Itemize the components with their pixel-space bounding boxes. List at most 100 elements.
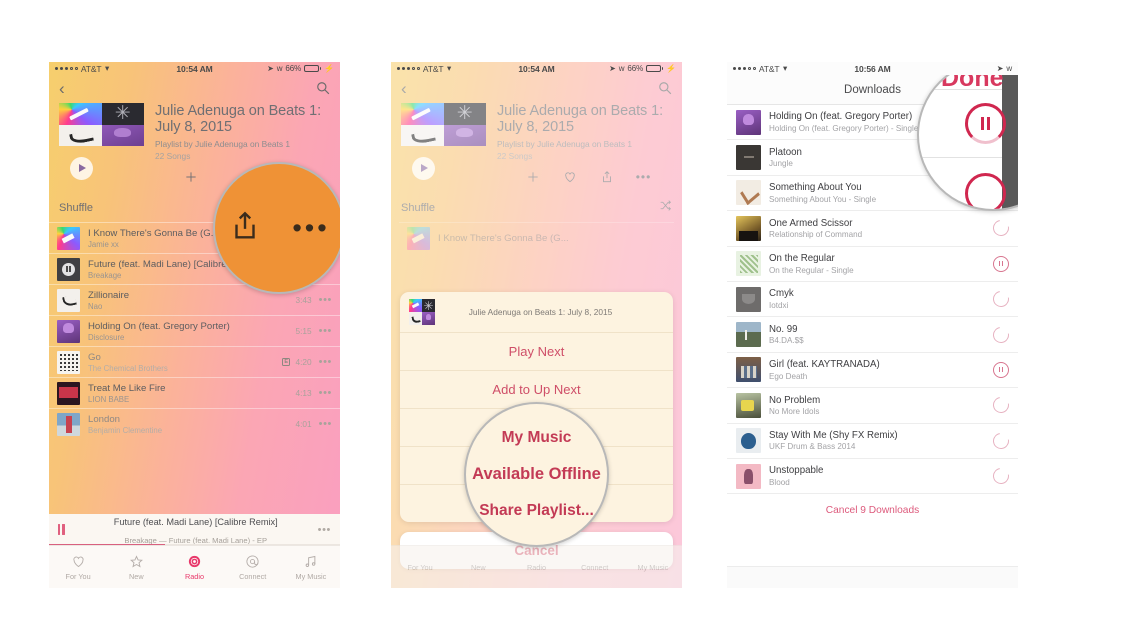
song-artwork bbox=[57, 412, 80, 436]
download-title: No Problem bbox=[769, 394, 821, 406]
pause-button[interactable] bbox=[58, 524, 65, 535]
download-artwork bbox=[736, 392, 761, 418]
download-row[interactable]: One Armed Scissor Relationship of Comman… bbox=[727, 211, 1018, 247]
song-artwork bbox=[57, 288, 80, 312]
download-artwork bbox=[736, 215, 761, 241]
magnified-share-playlist[interactable]: Share Playlist... bbox=[479, 502, 594, 520]
song-row[interactable]: Holding On (feat. Gregory Porter) Disclo… bbox=[49, 315, 340, 346]
download-title: No. 99 bbox=[769, 323, 798, 335]
tab-connect[interactable]: Connect bbox=[224, 546, 282, 588]
download-queued-indicator[interactable] bbox=[989, 464, 1013, 488]
search-icon[interactable] bbox=[316, 81, 330, 95]
song-row[interactable]: London Benjamin Clementine 4:01 ••• bbox=[49, 408, 340, 439]
download-pause-button[interactable] bbox=[993, 361, 1009, 378]
back-button[interactable]: ‹ bbox=[59, 80, 65, 97]
cancel-all-downloads-button[interactable]: Cancel 9 Downloads bbox=[727, 494, 1018, 527]
song-more-button[interactable]: ••• bbox=[319, 325, 332, 337]
download-queued-indicator[interactable] bbox=[989, 323, 1013, 346]
song-row[interactable]: Go The Chemical Brothers E 4:20 ••• bbox=[49, 346, 340, 377]
tab-my-music[interactable]: My Music bbox=[282, 546, 340, 588]
navigation-bar: ‹ bbox=[49, 75, 340, 101]
tab-radio[interactable]: Radio bbox=[165, 546, 223, 588]
playlist-title: Julie Adenuga on Beats 1: July 8, 2015 bbox=[155, 103, 321, 135]
song-artist: The Chemical Brothers bbox=[88, 363, 168, 373]
tab-bar: For You New Radio Connect My Music bbox=[391, 545, 682, 588]
download-row[interactable]: No Problem No More Idols bbox=[727, 388, 1018, 424]
download-artwork bbox=[736, 180, 761, 206]
magnified-stop-icon[interactable] bbox=[965, 173, 1006, 209]
download-row[interactable]: No. 99 B4.DA.$$ bbox=[727, 317, 1018, 353]
footer-spacer bbox=[727, 566, 1018, 588]
song-artist: Disclosure bbox=[88, 332, 125, 342]
download-row[interactable]: Cmyk Iotdxi bbox=[727, 282, 1018, 318]
tab-radio[interactable]: Radio bbox=[507, 546, 565, 588]
play-badge[interactable] bbox=[60, 147, 102, 189]
magnified-available-offline[interactable]: Available Offline bbox=[472, 465, 601, 484]
tab-label: Radio bbox=[526, 562, 547, 572]
tab-new[interactable]: New bbox=[107, 546, 165, 588]
download-album: UKF Drum & Bass 2014 bbox=[769, 442, 856, 452]
status-bar: AT&T ▾ 10:54 AM ➤ w 66% ⚡ bbox=[49, 62, 340, 75]
download-album: On the Regular - Single bbox=[769, 265, 854, 275]
song-title: Go bbox=[88, 351, 101, 363]
now-playing-title: Future (feat. Madi Lane) [Calibre Remix] bbox=[113, 516, 278, 527]
download-row[interactable]: On the Regular On the Regular - Single bbox=[727, 247, 1018, 282]
download-row[interactable]: Unstoppable Blood bbox=[727, 459, 1018, 495]
download-row[interactable]: Stay With Me (Shy FX Remix) UKF Drum & B… bbox=[727, 424, 1018, 459]
song-artwork bbox=[57, 381, 80, 405]
tab-label: Connect bbox=[239, 572, 267, 581]
artwork-tile bbox=[409, 312, 422, 325]
download-artwork bbox=[736, 251, 761, 277]
download-artwork bbox=[736, 322, 761, 348]
tab-label: New bbox=[471, 562, 486, 572]
download-pause-button[interactable] bbox=[993, 255, 1009, 272]
tab-label: Connect bbox=[581, 562, 609, 572]
song-title: London bbox=[88, 413, 121, 425]
song-more-button[interactable]: ••• bbox=[319, 387, 332, 399]
status-bar: AT&T ▾ 10:56 AM ➤ w bbox=[727, 62, 1018, 75]
tab-for-you[interactable]: For You bbox=[49, 546, 107, 588]
clock-label: 10:56 AM bbox=[854, 63, 891, 74]
artwork-tile bbox=[422, 299, 435, 312]
song-title: Holding On (feat. Gregory Porter) bbox=[88, 320, 230, 332]
status-bar: AT&T ▾ 10:54 AM ➤ w 66% ⚡ bbox=[391, 62, 682, 75]
tab-connect[interactable]: Connect bbox=[566, 546, 624, 588]
clock-label: 10:54 AM bbox=[518, 63, 555, 74]
magnified-my-music[interactable]: My Music bbox=[502, 429, 572, 447]
song-artist: LION BABE bbox=[88, 394, 130, 404]
download-queued-indicator[interactable] bbox=[989, 217, 1013, 240]
tab-for-you[interactable]: For You bbox=[391, 546, 449, 588]
song-more-button[interactable]: ••• bbox=[319, 356, 332, 368]
artwork-tile bbox=[101, 103, 144, 125]
now-playing-bar[interactable]: Future (feat. Madi Lane) [Calibre Remix]… bbox=[49, 514, 340, 545]
share-icon[interactable] bbox=[228, 209, 262, 248]
download-artwork bbox=[736, 357, 761, 383]
tab-my-music[interactable]: My Music bbox=[624, 546, 682, 588]
artwork-tile bbox=[409, 299, 422, 312]
song-more-button[interactable]: ••• bbox=[319, 294, 332, 306]
download-row[interactable]: Girl (feat. KAYTRANADA) Ego Death bbox=[727, 353, 1018, 389]
song-artist: Nao bbox=[88, 301, 103, 311]
download-album: No More Idols bbox=[769, 407, 820, 417]
download-queued-indicator[interactable] bbox=[989, 429, 1013, 452]
download-artwork bbox=[736, 286, 761, 312]
add-icon[interactable] bbox=[183, 169, 198, 184]
artwork-tile bbox=[422, 312, 435, 325]
song-row[interactable]: Treat Me Like Fire LION BABE 4:13 ••• bbox=[49, 377, 340, 408]
magnified-pause-icon[interactable] bbox=[965, 103, 1006, 144]
playlist-artwork bbox=[59, 103, 144, 188]
download-queued-indicator[interactable] bbox=[989, 394, 1013, 417]
now-playing-more-button[interactable]: ••• bbox=[318, 524, 331, 536]
song-artist: Benjamin Clementine bbox=[88, 425, 163, 435]
more-icon[interactable]: ••• bbox=[292, 214, 329, 242]
magnifier-done: Done bbox=[917, 62, 1018, 211]
sheet-artwork bbox=[409, 299, 435, 325]
tab-new[interactable]: New bbox=[449, 546, 507, 588]
sheet-item-play-next[interactable]: Play Next bbox=[400, 332, 673, 370]
note-icon bbox=[303, 553, 318, 570]
download-queued-indicator[interactable] bbox=[989, 287, 1013, 311]
song-artwork-playing bbox=[57, 257, 80, 281]
download-artwork bbox=[736, 463, 761, 489]
song-more-button[interactable]: ••• bbox=[319, 418, 332, 430]
song-duration: 3:43 bbox=[295, 295, 312, 305]
